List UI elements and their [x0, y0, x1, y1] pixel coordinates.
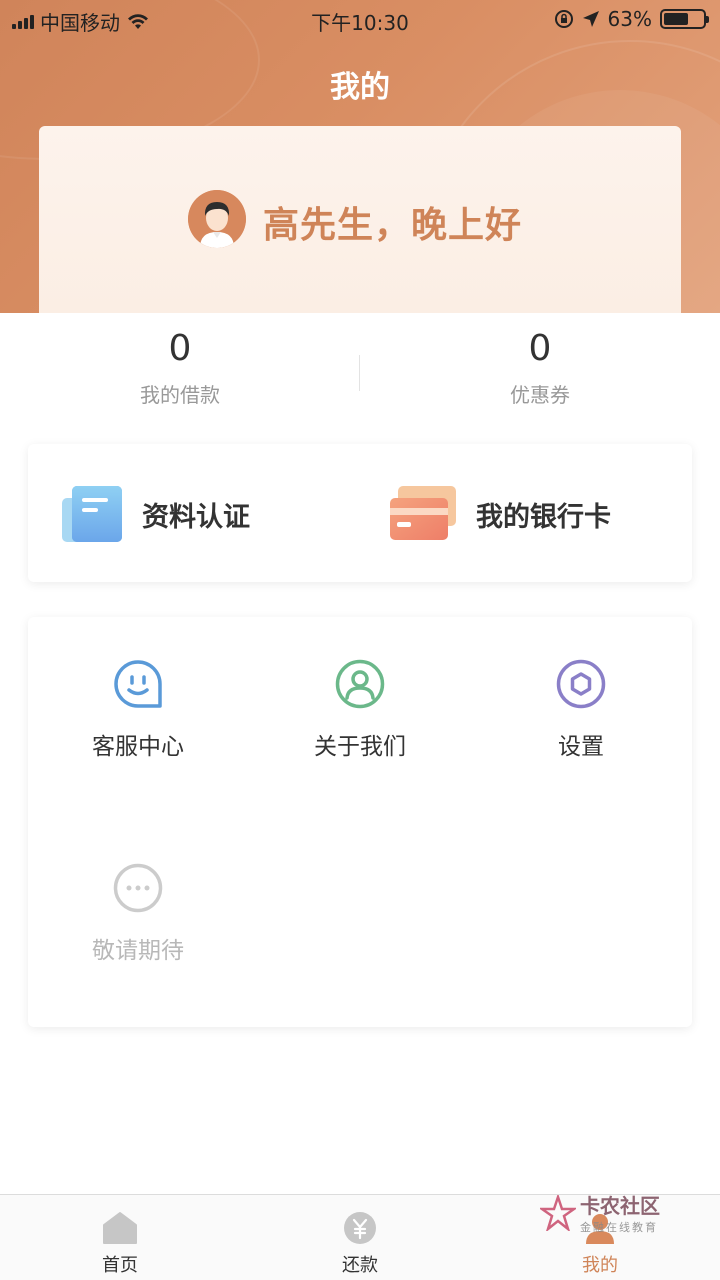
tab-repay[interactable]: 还款	[240, 1195, 480, 1280]
yen-coin-icon	[344, 1212, 376, 1244]
stat-loans[interactable]: 0 我的借款	[0, 320, 360, 408]
bank-card-icon	[390, 486, 456, 540]
home-icon	[103, 1212, 137, 1244]
user-avatar-icon[interactable]	[188, 190, 246, 248]
services-card: 客服中心 关于我们 设置 敬请期待	[28, 617, 692, 1027]
tab-repay-label: 还款	[342, 1255, 378, 1276]
user-circle-icon	[335, 659, 385, 709]
profile-card[interactable]: 高先生，晚上好	[39, 126, 681, 313]
more-dots-icon	[113, 863, 163, 913]
stat-loans-value: 0	[168, 328, 192, 369]
status-bar: 中国移动 下午10:30 63%	[0, 0, 720, 38]
quick-action-verification[interactable]: 资料认证	[60, 482, 250, 546]
stat-coupons-value: 0	[528, 328, 552, 369]
watermark-logo-icon	[540, 1194, 576, 1231]
stats-row: 0 我的借款 0 优惠券	[0, 320, 720, 420]
page-title: 我的	[330, 70, 390, 105]
stat-coupons-label: 优惠券	[510, 383, 570, 407]
service-about-us[interactable]: 关于我们	[250, 659, 470, 761]
watermark-subtitle: 金融在线教育	[580, 1221, 658, 1234]
quick-action-verification-label: 资料认证	[142, 501, 250, 533]
stat-coupons[interactable]: 0 优惠券	[360, 320, 720, 408]
smiley-chat-icon	[114, 660, 162, 708]
battery-percent: 63%	[607, 7, 652, 31]
location-icon	[582, 11, 599, 27]
service-settings-label: 设置	[558, 734, 604, 760]
hexagon-settings-icon	[556, 659, 606, 709]
battery-icon	[660, 9, 709, 29]
service-customer-center[interactable]: 客服中心	[28, 659, 248, 761]
service-coming-soon-label: 敬请期待	[92, 938, 184, 964]
rotation-lock-icon	[554, 10, 573, 28]
watermark: 卡农社区 金融在线教育	[540, 1190, 660, 1235]
document-icon	[62, 486, 122, 542]
service-coming-soon: 敬请期待	[28, 863, 248, 965]
quick-actions-card: 资料认证 我的银行卡	[28, 444, 692, 582]
service-settings[interactable]: 设置	[471, 659, 691, 761]
tab-home[interactable]: 首页	[0, 1195, 240, 1280]
watermark-title: 卡农社区	[580, 1194, 660, 1218]
stat-loans-label: 我的借款	[140, 383, 220, 407]
greeting-text: 高先生，晚上好	[263, 205, 523, 246]
quick-action-bank-card-label: 我的银行卡	[476, 501, 611, 533]
tab-mine-label: 我的	[582, 1255, 618, 1276]
tab-home-label: 首页	[102, 1255, 138, 1276]
quick-action-bank-card[interactable]: 我的银行卡	[388, 482, 611, 546]
service-about-us-label: 关于我们	[314, 734, 406, 760]
service-customer-center-label: 客服中心	[92, 734, 184, 760]
